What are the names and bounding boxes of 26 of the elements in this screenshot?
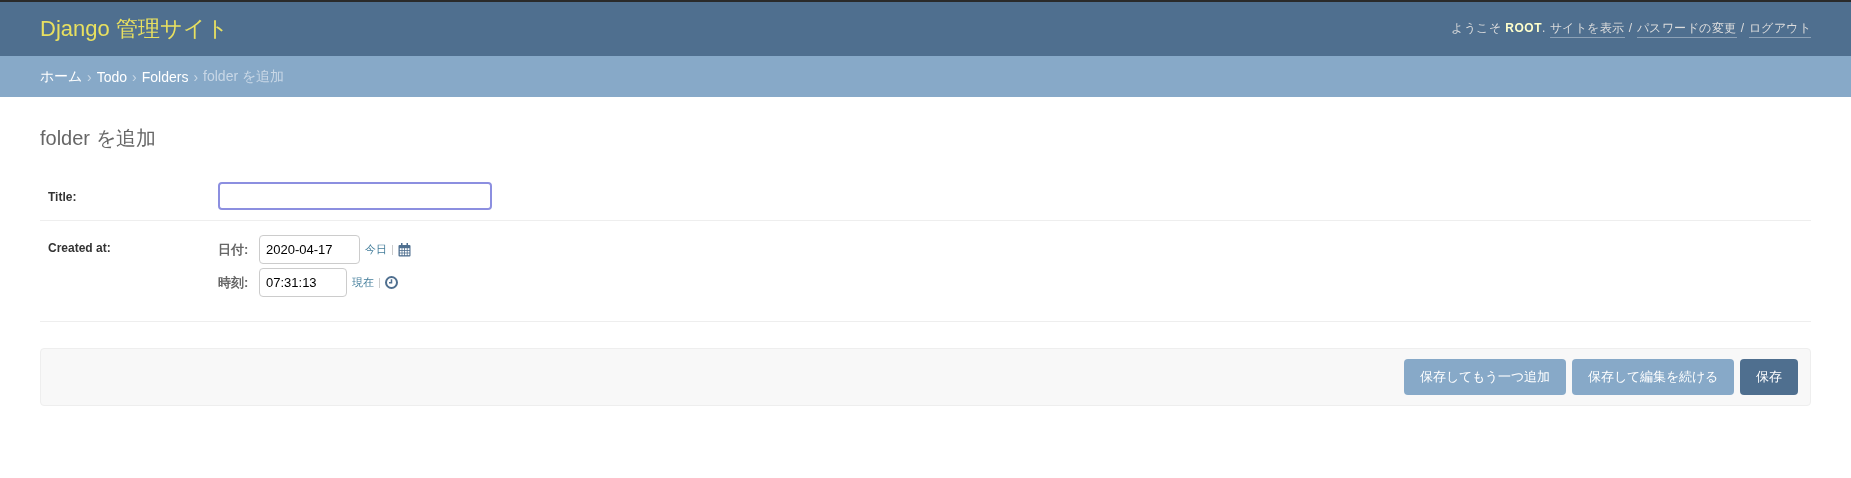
- shortcut-link[interactable]: 今日: [365, 242, 387, 257]
- save-button[interactable]: 保存: [1740, 359, 1798, 395]
- breadcrumb-separator: ›: [193, 68, 199, 85]
- separator: /: [1740, 21, 1745, 35]
- breadcrumb-link[interactable]: Todo: [96, 68, 128, 85]
- separator: /: [1628, 21, 1633, 35]
- breadcrumb-separator: ›: [132, 68, 137, 85]
- user-link[interactable]: パスワードの変更: [1636, 20, 1737, 38]
- date-input[interactable]: 2020-04-17: [259, 235, 360, 264]
- breadcrumb-current: folder を追加: [203, 67, 284, 86]
- welcome-text: ようこそ ROOT.: [1451, 20, 1546, 37]
- field-label: 時刻:: [218, 273, 250, 292]
- secondary-save-button[interactable]: 保存してもう一つ追加: [1404, 359, 1566, 395]
- secondary-save-button[interactable]: 保存して編集を続ける: [1572, 359, 1734, 395]
- field-label: Title:: [48, 189, 78, 206]
- breadcrumb-separator: ›: [87, 68, 92, 85]
- field-label: 日付:: [218, 240, 250, 259]
- time-input[interactable]: 07:31:13: [259, 268, 347, 297]
- page-title: folder を追加: [40, 126, 157, 151]
- user-link[interactable]: サイトを表示: [1549, 20, 1625, 38]
- field-label: Created at:: [48, 240, 112, 257]
- shortcut-link[interactable]: 現在: [352, 275, 374, 290]
- breadcrumb-link[interactable]: ホーム: [40, 67, 82, 86]
- site-title[interactable]: Django 管理サイト: [40, 14, 229, 44]
- user-link[interactable]: ログアウト: [1748, 20, 1811, 38]
- breadcrumb-link[interactable]: Folders: [141, 68, 189, 85]
